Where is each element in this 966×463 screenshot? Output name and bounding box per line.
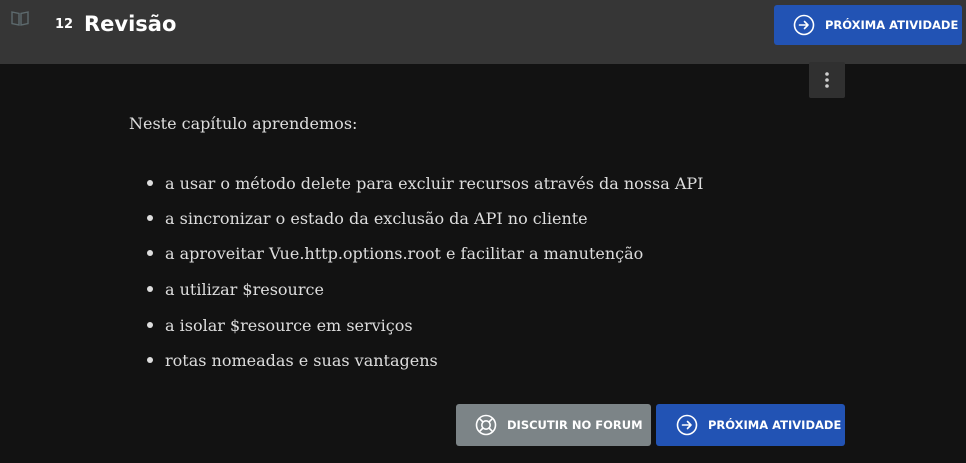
bullet bbox=[147, 357, 153, 363]
list-item: a sincronizar o estado da exclusão da AP… bbox=[147, 207, 588, 229]
arrow-right-circle-icon bbox=[793, 14, 815, 36]
discuss-forum-label: DISCUTIR NO FORUM bbox=[507, 418, 643, 432]
list-item-text: a aproveitar Vue.http.options.root e fac… bbox=[165, 243, 644, 263]
list-item-text: rotas nomeadas e suas vantagens bbox=[165, 350, 438, 370]
list-item: rotas nomeadas e suas vantagens bbox=[147, 349, 438, 371]
list-item-text: a sincronizar o estado da exclusão da AP… bbox=[165, 208, 588, 228]
book-icon bbox=[11, 11, 29, 26]
list-item: a usar o método delete para excluir recu… bbox=[147, 172, 703, 194]
bullet bbox=[147, 215, 153, 221]
bullet bbox=[147, 286, 153, 292]
next-activity-label: PRÓXIMA ATIVIDADE bbox=[825, 18, 959, 32]
next-activity-label: PRÓXIMA ATIVIDADE bbox=[708, 418, 842, 432]
chapter-number: 12 bbox=[55, 17, 74, 32]
more-options-button[interactable] bbox=[809, 62, 845, 98]
arrow-right-circle-icon bbox=[676, 414, 698, 436]
list-item-text: a isolar $resource em serviços bbox=[165, 315, 413, 335]
next-activity-button-top[interactable]: PRÓXIMA ATIVIDADE bbox=[774, 5, 962, 45]
discuss-forum-button[interactable]: DISCUTIR NO FORUM bbox=[456, 404, 651, 446]
lifebuoy-icon bbox=[475, 414, 497, 436]
list-item: a isolar $resource em serviços bbox=[147, 314, 413, 336]
next-activity-button[interactable]: PRÓXIMA ATIVIDADE bbox=[656, 404, 845, 446]
top-bar: 12 Revisão PRÓXIMA ATIVIDADE bbox=[0, 0, 966, 64]
list-item: a aproveitar Vue.http.options.root e fac… bbox=[147, 242, 643, 264]
page-title: Revisão bbox=[84, 12, 177, 36]
bullet bbox=[147, 250, 153, 256]
intro-text: Neste capítulo aprendemos: bbox=[129, 114, 358, 133]
list-item-text: a usar o método delete para excluir recu… bbox=[165, 173, 704, 193]
bullet bbox=[147, 180, 153, 186]
bullet bbox=[147, 322, 153, 328]
more-vertical-icon bbox=[825, 72, 829, 88]
list-item: a utilizar $resource bbox=[147, 278, 324, 300]
list-item-text: a utilizar $resource bbox=[165, 279, 324, 299]
